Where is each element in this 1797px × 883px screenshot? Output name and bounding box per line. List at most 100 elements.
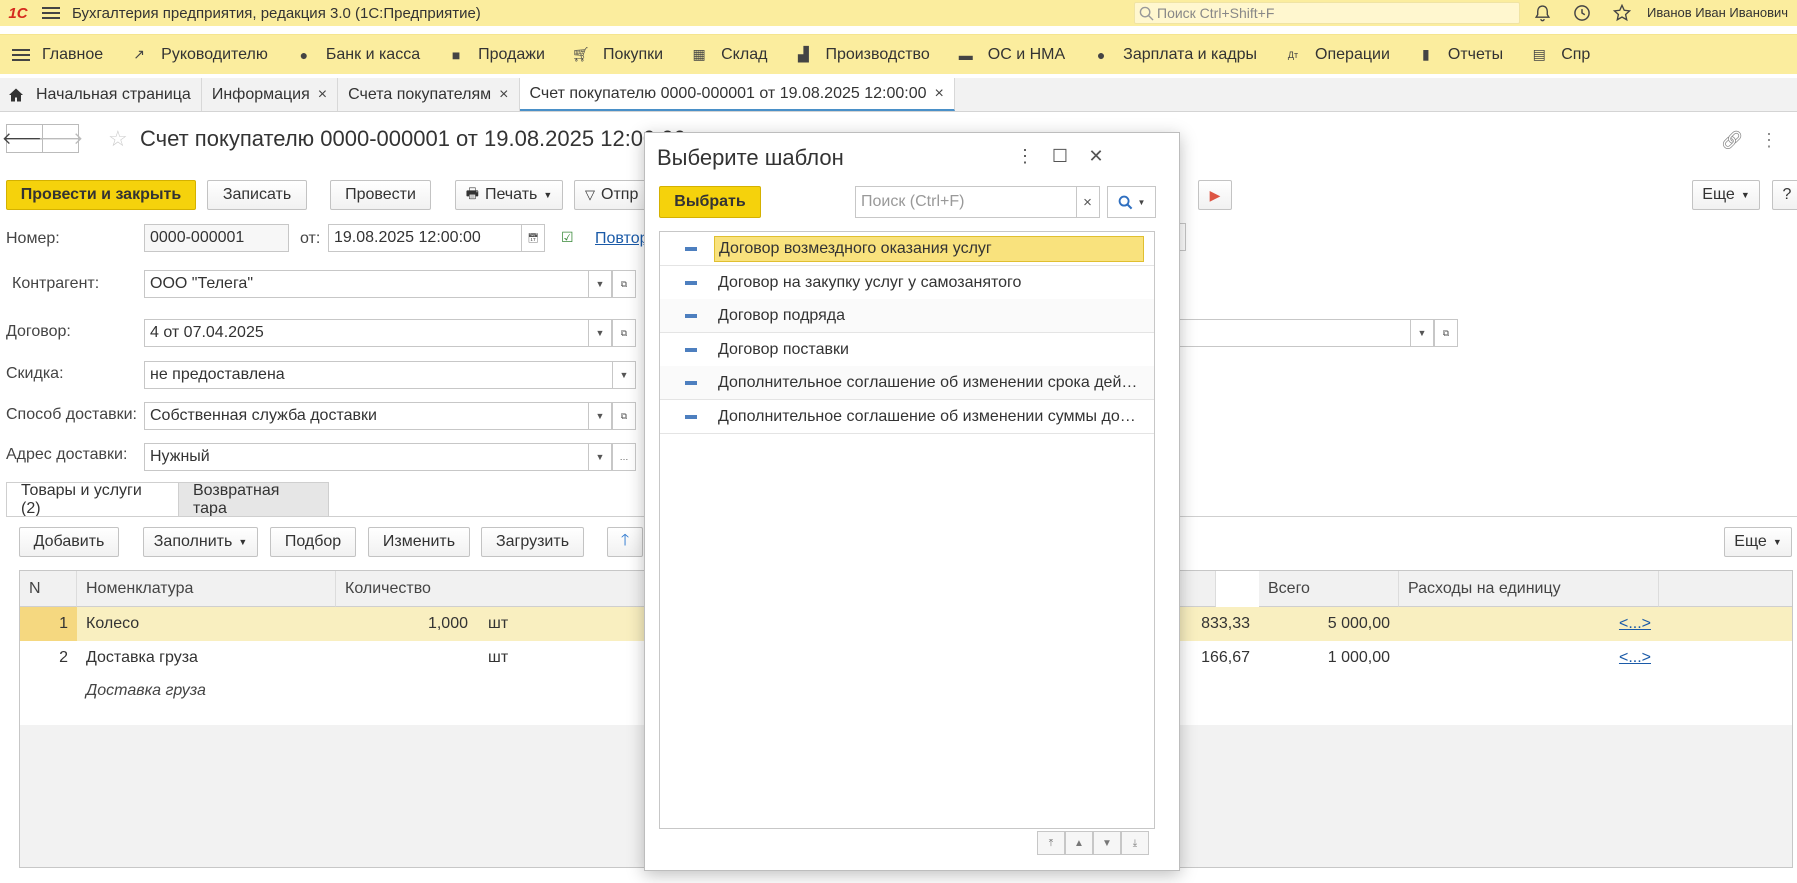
section-main[interactable]: Главное	[42, 46, 103, 64]
tab-invoice[interactable]: Счет покупателю 0000-000001 от 19.08.202…	[519, 78, 955, 111]
more-vertical-icon[interactable]: ⋮	[1759, 130, 1779, 150]
open-form-icon[interactable]: ⧉	[612, 270, 636, 298]
list-item[interactable]: Договор поставки	[660, 333, 1154, 367]
discount-field[interactable]: не предоставлена	[144, 361, 613, 389]
open-form-icon[interactable]: ⧉	[612, 319, 636, 347]
factory-icon: ▟	[798, 46, 809, 62]
ellipsis-icon[interactable]: …	[612, 443, 636, 471]
tab-info[interactable]: Информация ×	[202, 78, 339, 111]
save-button[interactable]: Записать	[207, 180, 307, 210]
column-total[interactable]: Всего	[1259, 571, 1399, 607]
section-operations[interactable]: Дт Операции	[1283, 45, 1390, 65]
calendar-icon[interactable]: 📅︎	[521, 224, 545, 252]
help-button[interactable]: ?	[1772, 180, 1797, 210]
tab-customer-invoices-label: Счета покупателям	[348, 85, 492, 103]
sections-menu-icon[interactable]	[0, 48, 42, 62]
section-references[interactable]: ▤ Спр	[1529, 45, 1591, 65]
pick-button[interactable]: Подбор	[270, 527, 356, 557]
link-icon[interactable]: 🔗︎	[1721, 130, 1744, 150]
section-assets[interactable]: ▬ ОС и НМА	[956, 45, 1065, 65]
column-n[interactable]: N	[20, 571, 77, 607]
scroll-top-icon[interactable]: ⤒	[1037, 831, 1065, 855]
maximize-icon[interactable]: ☐	[1049, 145, 1071, 167]
favorite-star-icon[interactable]: ☆	[108, 126, 128, 152]
dropdown-chevron-icon[interactable]: ▼	[588, 402, 612, 430]
dropdown-chevron-icon[interactable]: ▼	[588, 270, 612, 298]
expense-link[interactable]: <...>	[1619, 649, 1651, 666]
dropdown-chevron-icon[interactable]: ▼	[1410, 319, 1434, 347]
clear-search-icon[interactable]: ×	[1076, 186, 1100, 218]
close-icon[interactable]: ✕	[1085, 145, 1107, 167]
number-field[interactable]: 0000-000001	[144, 224, 289, 252]
send-button[interactable]: ▽ Отпр	[574, 180, 648, 210]
select-button[interactable]: Выбрать	[659, 186, 761, 218]
delivery-address-field[interactable]: Нужный	[144, 443, 589, 471]
add-row-button[interactable]: Добавить	[19, 527, 119, 557]
scroll-down-icon[interactable]: ▼	[1093, 831, 1121, 855]
contractor-field[interactable]: ООО "Телега"	[144, 270, 589, 298]
contract-right-field[interactable]	[1178, 319, 1411, 347]
expense-link[interactable]: <...>	[1619, 615, 1651, 632]
dialog-search-input[interactable]: Поиск (Ctrl+F)	[855, 186, 1077, 218]
search-icon	[1118, 195, 1132, 209]
tab-home[interactable]: Начальная страница	[0, 78, 202, 111]
close-icon[interactable]: ×	[499, 86, 508, 104]
section-sales-label: Продажи	[478, 45, 545, 63]
tab-returnable-packaging[interactable]: Возвратная тара	[178, 482, 329, 517]
section-reports[interactable]: ▮ Отчеты	[1416, 45, 1503, 65]
close-icon[interactable]: ×	[318, 86, 327, 104]
column-nomenclature[interactable]: Номенклатура	[77, 571, 336, 607]
load-button[interactable]: Загрузить	[481, 527, 584, 557]
dropdown-chevron-icon[interactable]: ▼	[588, 443, 612, 471]
row-name: Колесо	[86, 615, 140, 632]
scroll-bottom-icon[interactable]: ⤓	[1121, 831, 1149, 855]
list-item[interactable]: Дополнительное соглашение об изменении с…	[660, 366, 1154, 400]
more-vertical-icon[interactable]: ⋮	[1014, 145, 1036, 167]
repeat-link[interactable]: Повтор	[595, 230, 649, 248]
list-item[interactable]: Договор на закупку услуг у самозанятого	[660, 266, 1154, 300]
list-item[interactable]: Договор подряда	[660, 299, 1154, 333]
column-expense-per-unit[interactable]: Расходы на единицу	[1399, 571, 1659, 607]
section-bank[interactable]: ● Банк и касса	[294, 45, 420, 65]
search-icon	[1139, 6, 1154, 21]
open-form-icon[interactable]: ⧉	[1434, 319, 1458, 347]
bp-icon-button[interactable]: ▶	[1198, 180, 1232, 210]
delivery-method-field[interactable]: Собственная служба доставки	[144, 402, 589, 430]
section-warehouse[interactable]: ▦ Склад	[689, 45, 768, 65]
list-item[interactable]: Договор возмездного оказания услуг	[660, 232, 1154, 266]
section-production[interactable]: ▟ Производство	[793, 45, 930, 65]
user-name[interactable]: Иванов Иван Иванович	[1647, 5, 1788, 20]
bell-icon[interactable]	[1532, 3, 1552, 23]
dropdown-chevron-icon[interactable]: ▼	[588, 319, 612, 347]
open-form-icon[interactable]: ⧉	[612, 402, 636, 430]
section-sales[interactable]: ■ Продажи	[446, 45, 545, 65]
chevron-down-icon: ▼	[238, 537, 248, 547]
fill-button[interactable]: Заполнить ▼	[143, 527, 258, 557]
date-field[interactable]: 19.08.2025 12:00:00	[328, 224, 522, 252]
dropdown-chevron-icon[interactable]: ▼	[612, 361, 636, 389]
section-purchases[interactable]: 🛒︎ Покупки	[571, 45, 663, 65]
section-manager[interactable]: ↗ Руководителю	[129, 45, 268, 65]
close-icon[interactable]: ×	[935, 85, 944, 103]
tab-goods-services[interactable]: Товары и услуги (2)	[6, 482, 179, 517]
search-options-button[interactable]: ▼	[1107, 186, 1156, 218]
favorites-star-icon[interactable]	[1612, 3, 1632, 23]
repeat-icon[interactable]: ☑	[561, 229, 574, 246]
print-button[interactable]: 🖶︎ Печать ▼	[455, 180, 563, 210]
table-more-button[interactable]: Еще ▼	[1724, 527, 1792, 557]
column-empty	[1659, 571, 1792, 607]
history-icon[interactable]	[1572, 3, 1592, 23]
post-and-close-button[interactable]: Провести и закрыть	[6, 180, 196, 210]
main-menu-icon[interactable]	[36, 0, 66, 26]
scroll-up-icon[interactable]: ▲	[1065, 831, 1093, 855]
move-up-button[interactable]: 🡑	[607, 527, 643, 557]
forward-arrow-icon[interactable]: 🡒	[38, 124, 83, 153]
list-item[interactable]: Дополнительное соглашение об изменении с…	[660, 400, 1154, 434]
tab-customer-invoices[interactable]: Счета покупателям ×	[338, 78, 520, 111]
change-button[interactable]: Изменить	[368, 527, 470, 557]
more-button[interactable]: Еще ▼	[1692, 180, 1760, 210]
global-search-input[interactable]: Поиск Ctrl+Shift+F	[1134, 2, 1520, 24]
post-button[interactable]: Провести	[330, 180, 431, 210]
contract-field[interactable]: 4 от 07.04.2025	[144, 319, 589, 347]
section-salary[interactable]: ● Зарплата и кадры	[1091, 45, 1257, 65]
